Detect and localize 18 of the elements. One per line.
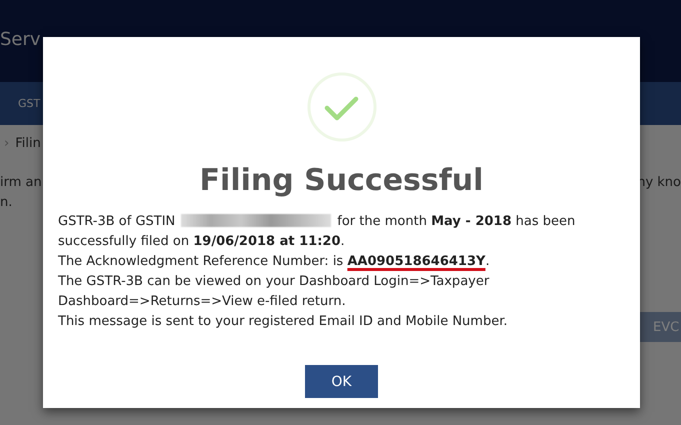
message-text: .: [485, 254, 490, 269]
page-text: n.: [0, 194, 14, 212]
nav-item[interactable]: GST: [18, 97, 40, 110]
message-text: successfully filed on 19/06/2018 at 11:20.: [58, 234, 345, 249]
message-text: Dashboard=>Returns=>View e-filed return.: [58, 294, 346, 309]
ok-button[interactable]: OK: [305, 365, 378, 398]
site-title: Serv: [0, 28, 41, 50]
success-check-icon: [306, 72, 376, 142]
message-text: GSTR-3B of GSTIN: [58, 214, 176, 229]
message-text: This message is sent to your registered Email ID and Mobile Number.: [58, 314, 508, 329]
reference-number: AA090518646413Y: [347, 254, 486, 269]
breadcrumb-item[interactable]: Filin: [15, 136, 41, 150]
message-text: The GSTR-3B can be viewed on your Dashboard Login=>Taxpayer: [58, 274, 490, 289]
dialog-title: Filing Successful: [200, 162, 484, 200]
breadcrumb-separator: ›: [4, 136, 10, 150]
message-text: for the month May - 2018 has been: [337, 214, 576, 229]
message-text: The Acknowledgment Reference Number: is: [58, 254, 344, 269]
page-text: irm an: [0, 174, 42, 192]
